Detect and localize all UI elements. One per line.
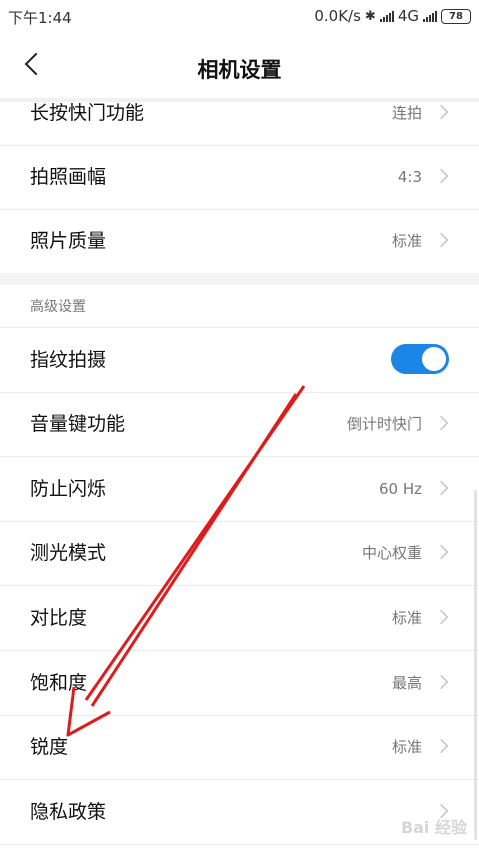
watermark-logo: Bai 经验 (400, 818, 467, 837)
annotation-arrow (66, 385, 306, 737)
